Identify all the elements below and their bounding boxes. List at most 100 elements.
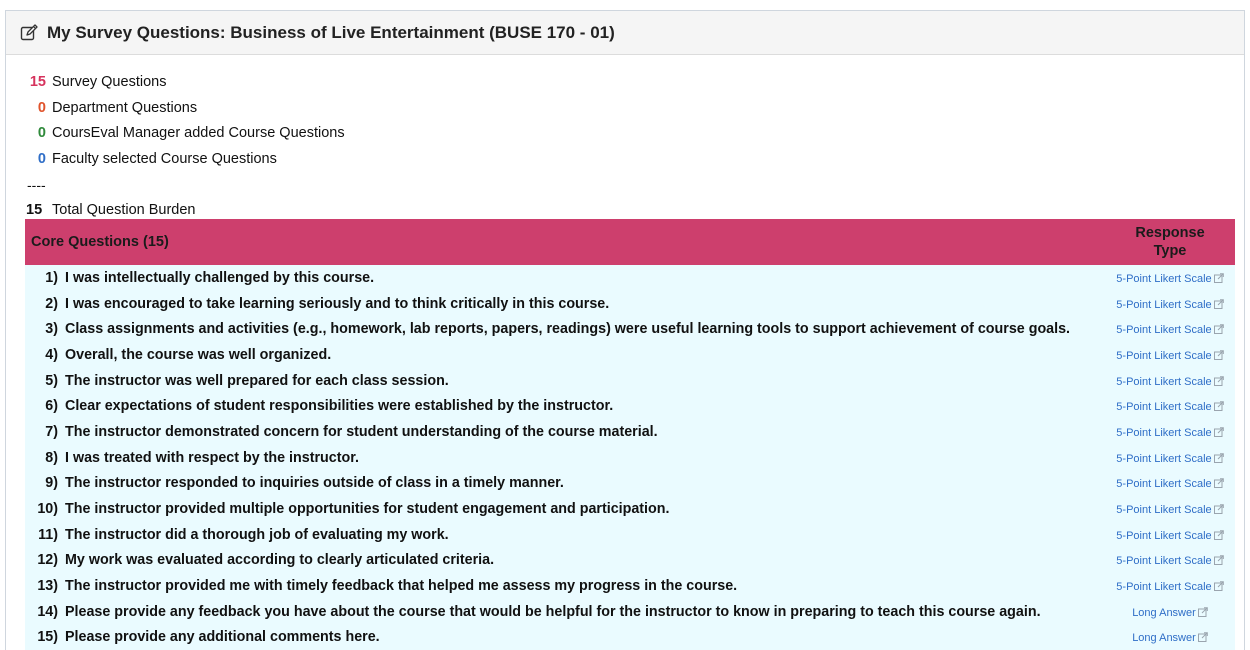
response-type-cell: 5-Point Likert Scale <box>1105 445 1235 471</box>
question-text: My work was evaluated according to clear… <box>65 552 495 569</box>
summary-count: 0 <box>37 99 46 116</box>
response-type-link[interactable]: 5-Point Likert Scale <box>1116 272 1224 285</box>
question-number: 5) <box>45 372 58 389</box>
response-type-link[interactable]: 5-Point Likert Scale <box>1116 452 1224 465</box>
section-label: Core Questions (15) <box>31 234 169 250</box>
summary-total-count: 15 <box>26 202 43 219</box>
response-type-link[interactable]: 5-Point Likert Scale <box>1116 298 1224 311</box>
response-type-cell: 5-Point Likert Scale <box>1105 419 1235 445</box>
question-number: 2) <box>45 295 58 312</box>
table-row: 11) The instructor did a thorough job of … <box>25 521 1235 548</box>
question-number: 4) <box>45 346 58 363</box>
response-type-link[interactable]: 5-Point Likert Scale <box>1116 581 1224 594</box>
question-cell: 9) The instructor responded to inquiries … <box>25 471 1105 497</box>
table-row: 9) The instructor responded to inquiries … <box>25 470 1235 497</box>
table-row: 12) My work was evaluated according to cl… <box>25 547 1235 574</box>
panel-header: My Survey Questions: Business of Live En… <box>6 11 1244 55</box>
external-edit-icon <box>1213 324 1224 335</box>
table-row: 5) The instructor was well prepared for e… <box>25 367 1235 394</box>
question-text: I was treated with respect by the instru… <box>65 449 359 466</box>
external-edit-icon <box>1213 478 1224 489</box>
question-number: 8) <box>45 449 58 466</box>
summary-department-questions: 0 Department Questions <box>26 95 1244 121</box>
summary-faculty-questions: 0 Faculty selected Course Questions <box>26 146 1244 172</box>
question-text: I was encouraged to take learning seriou… <box>65 295 610 312</box>
response-type-label: 5-Point Likert Scale <box>1116 452 1212 465</box>
response-type-label: 5-Point Likert Scale <box>1116 529 1212 542</box>
question-cell: 4) Overall, the course was well organized… <box>25 342 1105 368</box>
external-edit-icon <box>1213 555 1224 566</box>
table-row: 6) Clear expectations of student responsi… <box>25 393 1235 420</box>
response-type-link[interactable]: 5-Point Likert Scale <box>1116 349 1224 362</box>
question-text: The instructor did a thorough job of eva… <box>65 526 449 543</box>
response-type-label: 5-Point Likert Scale <box>1116 555 1212 568</box>
external-edit-icon <box>1213 452 1224 463</box>
response-type-label: 5-Point Likert Scale <box>1116 401 1212 414</box>
summary-separator: ---- <box>27 176 46 193</box>
question-summary: 15 Survey Questions 0 Department Questio… <box>6 55 1244 223</box>
response-type-link[interactable]: Long Answer <box>1132 632 1208 644</box>
question-number: 3) <box>45 321 58 338</box>
response-type-link[interactable]: 5-Point Likert Scale <box>1116 478 1224 490</box>
response-type-cell: 5-Point Likert Scale <box>1105 265 1235 291</box>
response-type-cell: 5-Point Likert Scale <box>1105 291 1235 317</box>
response-type-cell: Long Answer <box>1105 625 1235 650</box>
response-type-cell: 5-Point Likert Scale <box>1105 342 1235 368</box>
question-number: 9) <box>45 475 58 492</box>
response-type-link[interactable]: 5-Point Likert Scale <box>1116 375 1224 388</box>
external-edit-icon <box>1213 350 1224 360</box>
external-edit-icon <box>1213 504 1224 515</box>
question-number: 14) <box>37 603 58 620</box>
table-row: 7) The instructor demonstrated concern fo… <box>25 419 1235 445</box>
response-type-cell: 5-Point Likert Scale <box>1105 496 1235 522</box>
summary-label: Department Questions <box>52 99 198 116</box>
response-type-link[interactable]: 5-Point Likert Scale <box>1116 426 1224 439</box>
response-type-link[interactable]: Long Answer <box>1132 607 1208 619</box>
response-type-cell: 5-Point Likert Scale <box>1105 316 1235 342</box>
table-row: 3) Class assignments and activities (e.g.… <box>25 316 1235 343</box>
question-text: Please provide any additional comments h… <box>65 629 380 646</box>
response-type-link[interactable]: 5-Point Likert Scale <box>1116 529 1224 542</box>
summary-total-label: Total Question Burden <box>52 202 196 219</box>
question-text: The instructor provided multiple opportu… <box>65 501 670 518</box>
response-type-cell: 5-Point Likert Scale <box>1105 573 1235 599</box>
question-cell: 8) I was treated with respect by the inst… <box>25 445 1105 471</box>
question-number: 11) <box>38 526 58 543</box>
external-edit-icon <box>1213 273 1224 283</box>
table-row: 13) The instructor provided me with timel… <box>25 573 1235 599</box>
response-type-label: 5-Point Likert Scale <box>1116 272 1212 285</box>
response-type-label: 5-Point Likert Scale <box>1116 426 1212 439</box>
question-cell: 2) I was encouraged to take learning seri… <box>25 291 1105 317</box>
table-row: 10) The instructor provided multiple oppo… <box>25 496 1235 522</box>
table-row: 4) Overall, the course was well organized… <box>25 342 1235 368</box>
external-edit-icon <box>1213 529 1224 540</box>
summary-manager-questions: 0 CoursEval Manager added Course Questio… <box>26 120 1244 146</box>
response-type-link[interactable]: 5-Point Likert Scale <box>1116 401 1224 414</box>
edit-icon <box>20 23 38 42</box>
response-type-label: 5-Point Likert Scale <box>1116 349 1212 362</box>
question-cell: 12) My work was evaluated according to cl… <box>25 548 1105 574</box>
response-type-link[interactable]: 5-Point Likert Scale <box>1116 504 1224 516</box>
question-number: 10) <box>37 501 58 518</box>
response-type-label: 5-Point Likert Scale <box>1116 581 1212 594</box>
response-type-label: Long Answer <box>1132 632 1196 645</box>
response-type-link[interactable]: 5-Point Likert Scale <box>1116 555 1224 568</box>
response-type-link[interactable]: 5-Point Likert Scale <box>1116 324 1224 336</box>
response-type-label: 5-Point Likert Scale <box>1116 375 1212 388</box>
core-questions-table: Core Questions (15) Response Type 1) I was… <box>25 219 1235 650</box>
question-text: Please provide any feedback you have abo… <box>65 603 1041 620</box>
question-cell: 15) Please provide any additional comment… <box>25 625 1105 650</box>
response-type-cell: 5-Point Likert Scale <box>1105 471 1235 497</box>
summary-label: Faculty selected Course Questions <box>52 150 277 167</box>
summary-count: 15 <box>29 73 46 90</box>
external-edit-icon <box>1213 298 1224 309</box>
page-title: My Survey Questions: Business of Live En… <box>47 22 615 42</box>
table-header-row: Core Questions (15) Response Type <box>25 219 1235 265</box>
question-cell: 14) Please provide any feedback you have … <box>25 599 1105 625</box>
question-text: The instructor provided me with timely f… <box>65 578 738 595</box>
question-text: I was intellectually challenged by this … <box>65 269 375 286</box>
question-text: Class assignments and activities (e.g., … <box>65 321 1071 338</box>
question-number: 12) <box>37 552 58 569</box>
table-row: 15) Please provide any additional comment… <box>25 624 1235 650</box>
question-cell: 3) Class assignments and activities (e.g.… <box>25 316 1105 342</box>
